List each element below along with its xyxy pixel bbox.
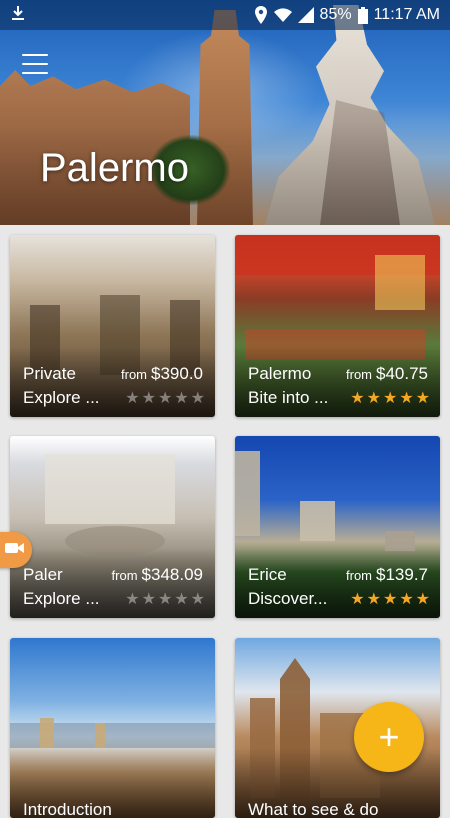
star-icon: ★ (190, 591, 205, 608)
star-icon: ★ (415, 591, 430, 608)
download-icon (10, 5, 26, 26)
page-title: Palermo (40, 146, 189, 190)
card-price: from $348.09 (112, 565, 203, 585)
header-hero-image (0, 0, 450, 225)
battery-icon (357, 6, 368, 24)
card-subtitle: Explore ... (23, 388, 100, 407)
rating-stars: ★ ★ ★ ★ ★ (350, 391, 430, 407)
card-title: Erice (248, 565, 287, 584)
star-icon: ★ (415, 390, 430, 407)
hamburger-menu-icon[interactable] (22, 54, 48, 74)
guide-card[interactable]: Introduction (10, 638, 215, 818)
price-prefix: from (121, 367, 147, 382)
star-icon: ★ (141, 591, 156, 608)
star-icon: ★ (125, 390, 140, 407)
star-icon: ★ (350, 591, 365, 608)
card-subtitle: Discover... (248, 589, 328, 608)
star-icon: ★ (174, 591, 189, 608)
price-value: $390.0 (151, 364, 203, 383)
video-camera-icon (5, 540, 25, 561)
star-icon: ★ (174, 390, 189, 407)
card-title: Private (23, 364, 76, 383)
card-subtitle: Explore ... (23, 589, 100, 608)
tour-card[interactable]: Private from $390.0 Explore ... ★ ★ ★ ★ ★ (10, 235, 215, 417)
card-title: What to see & do (248, 800, 379, 818)
star-icon: ★ (382, 390, 398, 407)
card-title: Palermo (248, 364, 312, 383)
price-prefix: from (346, 367, 372, 382)
rating-stars: ★ ★ ★ ★ ★ (350, 592, 430, 608)
tour-card[interactable]: Palermo from $40.75 Bite into ... ★ ★ ★ ★ ★ (235, 235, 440, 417)
plus-icon: + (378, 716, 400, 757)
clock: 11:17 AM (373, 6, 440, 23)
battery-percent: 85% (319, 6, 352, 23)
add-fab-button[interactable]: + (354, 702, 424, 772)
hero-overlay (0, 0, 450, 225)
status-indicators: 85% 11:17 AM (254, 6, 440, 24)
star-icon: ★ (157, 591, 173, 608)
star-icon: ★ (399, 591, 414, 608)
star-icon: ★ (366, 591, 381, 608)
wifi-icon (273, 7, 292, 23)
status-bar: 85% 11:17 AM (0, 0, 450, 30)
card-subtitle: Bite into ... (248, 388, 329, 407)
card-title: Paler (23, 565, 63, 584)
signal-icon (297, 7, 314, 23)
price-value: $40.75 (376, 364, 428, 383)
star-icon: ★ (382, 591, 398, 608)
price-value: $139.7 (376, 565, 428, 584)
rating-stars: ★ ★ ★ ★ ★ (125, 592, 205, 608)
star-icon: ★ (190, 390, 205, 407)
star-icon: ★ (350, 390, 365, 407)
star-icon: ★ (141, 390, 156, 407)
price-prefix: from (346, 568, 372, 583)
star-icon: ★ (125, 591, 140, 608)
star-icon: ★ (157, 390, 173, 407)
star-icon: ★ (399, 390, 414, 407)
rating-stars: ★ ★ ★ ★ ★ (125, 391, 205, 407)
tour-card[interactable]: Erice from $139.7 Discover... ★ ★ ★ ★ ★ (235, 436, 440, 618)
card-title: Introduction (23, 800, 112, 818)
tour-card[interactable]: Paler from $348.09 Explore ... ★ ★ ★ ★ ★ (10, 436, 215, 618)
location-icon (254, 6, 268, 24)
price-prefix: from (111, 568, 138, 583)
card-price: from $40.75 (346, 364, 428, 384)
star-icon: ★ (366, 390, 381, 407)
card-price: from $139.7 (346, 565, 428, 585)
card-price: from $390.0 (121, 364, 203, 384)
price-value: $348.09 (141, 565, 203, 584)
